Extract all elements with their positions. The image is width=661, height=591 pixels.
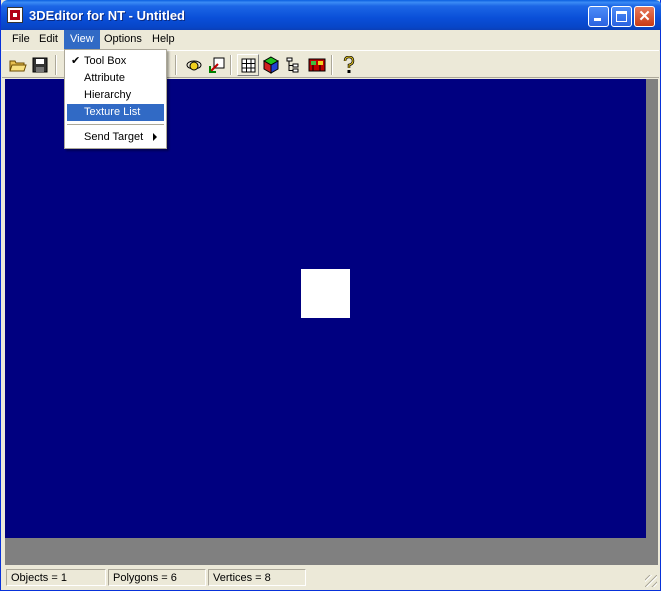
menu-item-label: Attribute bbox=[84, 72, 125, 84]
help-button[interactable] bbox=[338, 54, 360, 76]
texture-list-icon bbox=[308, 58, 326, 72]
grid-button[interactable] bbox=[237, 54, 259, 76]
menu-item-tool-box[interactable]: ✔ Tool Box bbox=[67, 53, 164, 70]
menu-edit[interactable]: Edit bbox=[33, 30, 64, 49]
status-polygons: Polygons = 6 bbox=[108, 569, 206, 586]
maximize-icon bbox=[616, 11, 627, 22]
menu-item-texture-list[interactable]: Texture List bbox=[67, 104, 164, 121]
resize-grip[interactable] bbox=[645, 575, 657, 587]
submenu-arrow-icon bbox=[153, 133, 157, 141]
cube-object[interactable] bbox=[301, 269, 350, 318]
transform-button[interactable] bbox=[206, 54, 228, 76]
menu-file[interactable]: File bbox=[6, 30, 36, 49]
menu-bar: File Edit View Options Help bbox=[2, 30, 659, 49]
minimize-button[interactable] bbox=[588, 6, 609, 27]
window-title: 3DEditor for NT - Untitled bbox=[29, 8, 185, 23]
menu-item-attribute[interactable]: Attribute bbox=[67, 70, 164, 87]
cube-color-button[interactable] bbox=[260, 54, 282, 76]
menu-item-send-target[interactable]: Send Target bbox=[67, 129, 164, 146]
toolbar-separator bbox=[230, 55, 232, 75]
save-button[interactable] bbox=[29, 54, 51, 76]
hierarchy-button[interactable] bbox=[283, 54, 305, 76]
hierarchy-icon bbox=[286, 57, 299, 73]
menu-view[interactable]: View bbox=[64, 30, 100, 49]
title-bar[interactable]: 3DEditor for NT - Untitled ✕ bbox=[1, 0, 661, 30]
app-icon[interactable] bbox=[7, 7, 23, 23]
texture-list-button[interactable] bbox=[306, 54, 328, 76]
open-button[interactable] bbox=[7, 54, 29, 76]
grid-icon bbox=[241, 58, 256, 73]
menu-help[interactable]: Help bbox=[146, 30, 181, 49]
checkmark-icon: ✔ bbox=[71, 55, 81, 67]
status-vertices: Vertices = 8 bbox=[208, 569, 306, 586]
close-icon: ✕ bbox=[638, 8, 651, 25]
main-window: 3DEditor for NT - Untitled ✕ File Edit V… bbox=[0, 0, 661, 591]
toolbar-separator bbox=[331, 55, 333, 75]
client-area bbox=[5, 79, 658, 565]
status-objects: Objects = 1 bbox=[6, 569, 106, 586]
toolbar-separator bbox=[175, 55, 177, 75]
open-folder-icon bbox=[9, 60, 27, 72]
menu-separator bbox=[67, 124, 164, 125]
view-menu-dropdown: ✔ Tool Box Attribute Hierarchy Texture L… bbox=[64, 49, 167, 149]
close-button[interactable]: ✕ bbox=[634, 6, 655, 27]
toolbar-separator bbox=[55, 55, 57, 75]
minimize-icon bbox=[594, 18, 601, 21]
help-icon bbox=[343, 56, 355, 73]
orbit-icon bbox=[186, 60, 202, 71]
menu-item-label: Texture List bbox=[84, 106, 141, 118]
menu-options[interactable]: Options bbox=[98, 30, 148, 49]
save-icon bbox=[32, 57, 48, 73]
orbit-button[interactable] bbox=[183, 54, 205, 76]
menu-item-label: Send Target bbox=[84, 131, 144, 143]
cube-color-icon bbox=[262, 56, 280, 74]
menu-item-hierarchy[interactable]: Hierarchy bbox=[67, 87, 164, 104]
status-bar: Objects = 1 Polygons = 6 Vertices = 8 bbox=[2, 567, 659, 589]
menu-item-label: Hierarchy bbox=[84, 89, 132, 101]
transform-icon bbox=[209, 57, 225, 73]
maximize-button[interactable] bbox=[611, 6, 632, 27]
menu-item-label: Tool Box bbox=[84, 55, 127, 67]
